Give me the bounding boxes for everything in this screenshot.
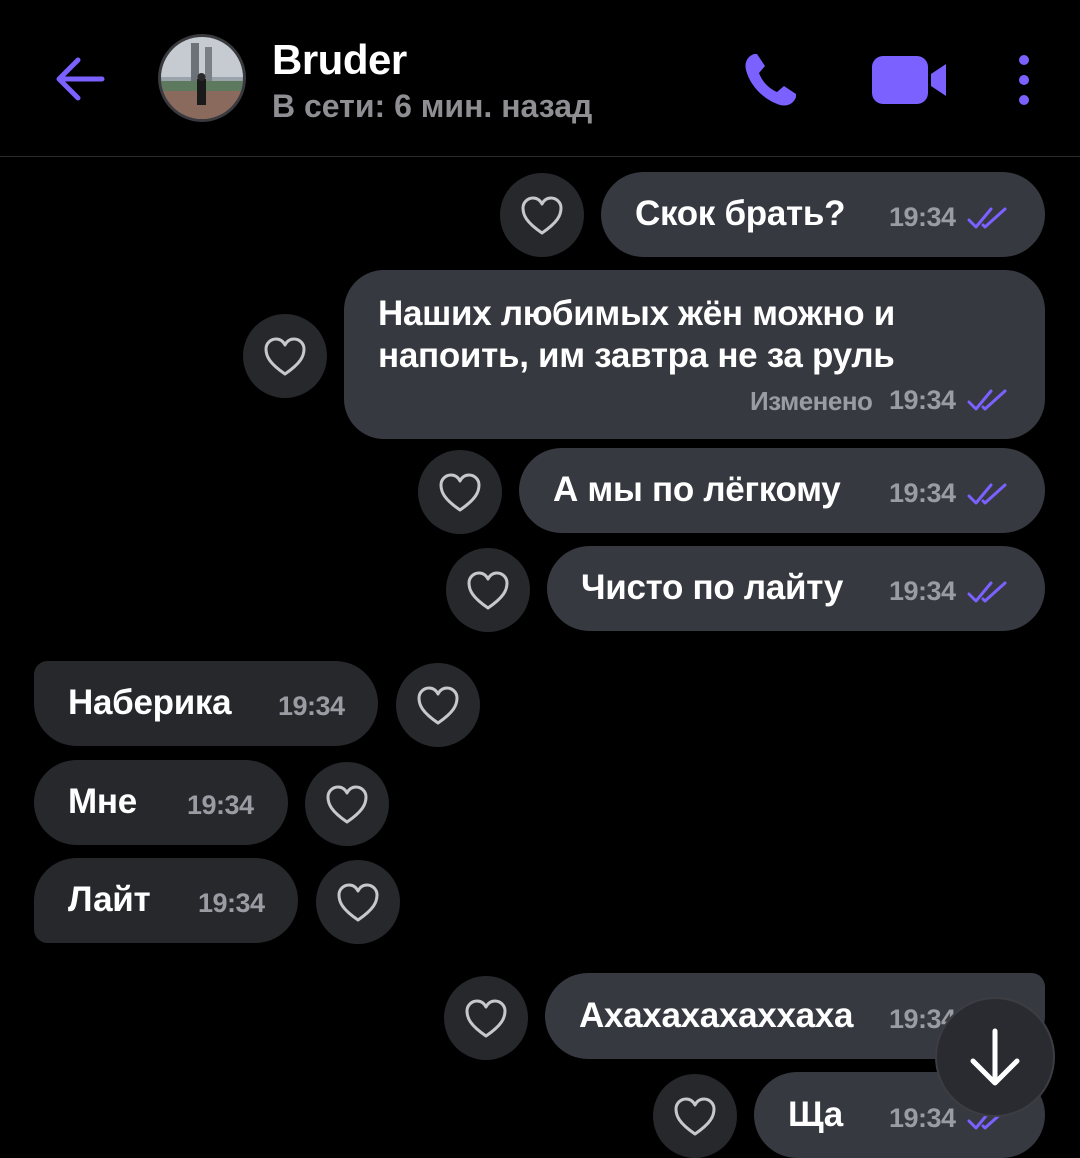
message-time: 19:34	[889, 478, 956, 508]
like-heart-button[interactable]	[316, 860, 400, 944]
like-heart-button[interactable]	[444, 976, 528, 1060]
scroll-to-bottom-button[interactable]	[935, 997, 1055, 1117]
message-time: 19:34	[187, 790, 254, 820]
outgoing-message[interactable]: Скок брать? 19:34	[601, 172, 1045, 257]
heart-icon	[521, 196, 563, 235]
heart-icon	[337, 883, 379, 922]
video-camera-icon	[872, 56, 946, 104]
message-text: Чисто по лайту	[581, 568, 844, 607]
read-ticks-icon	[967, 483, 1007, 505]
like-heart-button[interactable]	[500, 173, 584, 257]
outgoing-message[interactable]: Чисто по лайту 19:34	[547, 546, 1045, 631]
like-heart-button[interactable]	[446, 548, 530, 632]
heart-icon	[264, 337, 306, 376]
more-options-button[interactable]	[1010, 54, 1038, 106]
incoming-message[interactable]: Лайт 19:34	[34, 858, 298, 943]
video-call-button[interactable]	[868, 52, 952, 108]
heart-icon	[326, 785, 368, 824]
heart-icon	[465, 999, 507, 1038]
message-time: 19:34	[278, 691, 345, 721]
message-text: Лайт	[68, 880, 151, 919]
like-heart-button[interactable]	[653, 1074, 737, 1158]
back-button[interactable]	[50, 52, 108, 106]
read-ticks-icon	[967, 207, 1007, 229]
back-arrow-icon	[56, 57, 105, 101]
chat-header: Bruder В сети: 6 мин. назад	[0, 0, 1080, 157]
message-text: Мне	[68, 782, 137, 821]
more-vertical-icon	[1019, 55, 1029, 105]
outgoing-message[interactable]: А мы по лёгкому 19:34	[519, 448, 1045, 533]
heart-icon	[417, 686, 459, 725]
message-text: Наберика	[68, 683, 232, 722]
contact-name[interactable]: Bruder	[272, 36, 407, 84]
voice-call-button[interactable]	[740, 50, 802, 110]
message-text-line: напоить, им завтра не за руль	[378, 336, 895, 375]
incoming-message[interactable]: Наберика 19:34	[34, 661, 378, 746]
message-text: Ща	[788, 1095, 843, 1134]
heart-icon	[467, 571, 509, 610]
outgoing-message[interactable]: Наших любимых жён можно и напоить, им за…	[344, 270, 1045, 439]
message-list[interactable]: Скок брать? 19:34 Наших любимых жён можн…	[0, 158, 1080, 1158]
message-time: 19:34	[889, 202, 956, 232]
edited-label: Изменено	[750, 386, 873, 416]
presence-status: В сети: 6 мин. назад	[272, 88, 593, 124]
read-ticks-icon	[967, 389, 1007, 411]
read-ticks-icon	[967, 581, 1007, 603]
incoming-message[interactable]: Мне 19:34	[34, 760, 288, 845]
like-heart-button[interactable]	[418, 450, 502, 534]
heart-icon	[674, 1097, 716, 1136]
phone-icon	[745, 54, 796, 106]
avatar-image	[161, 37, 243, 119]
like-heart-button[interactable]	[305, 762, 389, 846]
message-time: 19:34	[889, 576, 956, 606]
avatar[interactable]	[158, 34, 246, 122]
like-heart-button[interactable]	[396, 663, 480, 747]
like-heart-button[interactable]	[243, 314, 327, 398]
message-time: 19:34	[889, 385, 956, 415]
message-text: Ахахахахаххаха	[579, 996, 854, 1035]
heart-icon	[439, 473, 481, 512]
message-time: 19:34	[198, 888, 265, 918]
arrow-down-icon	[970, 1028, 1020, 1086]
message-text-line: Наших любимых жён можно и	[378, 294, 895, 333]
message-text: А мы по лёгкому	[553, 470, 841, 509]
message-text: Скок брать?	[635, 194, 846, 233]
